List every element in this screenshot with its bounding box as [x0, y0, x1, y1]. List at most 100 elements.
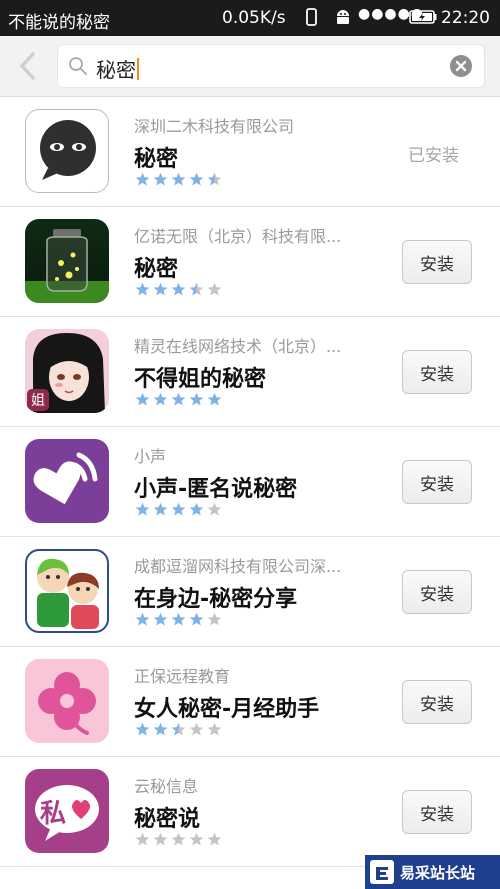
speech-bubble-icon [35, 785, 99, 841]
app-name: 女人秘密-月经助手 [134, 697, 320, 722]
app-icon-couple [25, 549, 109, 633]
install-button[interactable]: 安装 [402, 350, 472, 394]
star-icon [135, 502, 150, 516]
star-icon [189, 502, 204, 516]
app-rating [135, 282, 222, 297]
star-icon [171, 722, 186, 736]
clover-flower-icon [38, 672, 96, 735]
app-icon-simi-bubble: 私 [25, 769, 109, 853]
star-icon [207, 282, 222, 296]
app-icon-anime-girl: 姐 [25, 329, 109, 413]
app-list: 深圳二木科技有限公司 秘密 已安装 亿诺无限（北京）科技有限... 秘密 安装 [0, 97, 500, 867]
site-logo-icon [370, 860, 394, 884]
star-icon [189, 282, 204, 296]
text-caret [137, 57, 139, 80]
app-row-mimi-yinuo[interactable]: 亿诺无限（北京）科技有限... 秘密 安装 [0, 207, 500, 317]
app-developer: 正保远程教育 [134, 667, 231, 686]
back-button[interactable] [10, 46, 44, 86]
star-icon [189, 612, 204, 626]
close-icon [455, 60, 467, 72]
star-icon [135, 282, 150, 296]
app-row-nvrenmimi[interactable]: 正保远程教育 女人秘密-月经助手 安装 [0, 647, 500, 757]
clear-search-button[interactable] [450, 55, 472, 77]
installed-status: 已安装 [408, 146, 459, 166]
heart-wifi-icon [33, 452, 98, 505]
app-row-mimishuo[interactable]: 私 云秘信息 秘密说 安装 [0, 757, 500, 867]
search-box[interactable]: 秘密 [57, 44, 485, 88]
star-icon [135, 722, 150, 736]
install-button[interactable]: 安装 [402, 680, 472, 724]
app-name: 秘密说 [134, 807, 201, 832]
app-rating [135, 172, 222, 187]
star-icon [207, 722, 222, 736]
app-developer: 深圳二木科技有限公司 [134, 117, 295, 136]
status-title: 不能说的秘密 [8, 13, 110, 33]
star-icon [135, 392, 150, 406]
app-name: 秘密 [134, 257, 179, 282]
app-row-xiaosheng[interactable]: 小声 小声-匿名说秘密 安装 [0, 427, 500, 537]
star-icon [135, 172, 150, 186]
app-name: 小声-匿名说秘密 [134, 477, 298, 502]
star-icon [189, 392, 204, 406]
app-developer: 成都逗溜网科技有限公司深... [134, 557, 342, 576]
star-icon [207, 392, 222, 406]
star-icon [171, 612, 186, 626]
app-row-budejie[interactable]: 姐 精灵在线网络技术（北京）... 不得姐的秘密 安装 [0, 317, 500, 427]
search-input[interactable]: 秘密 [96, 54, 139, 83]
app-rating [135, 722, 222, 737]
star-icon [171, 392, 186, 406]
star-icon [189, 832, 204, 846]
star-icon [153, 282, 168, 296]
search-header: 秘密 [0, 36, 500, 97]
couple-cartoon-icon [37, 558, 99, 629]
app-row-zaishenbian[interactable]: 成都逗溜网科技有限公司深... 在身边-秘密分享 安装 [0, 537, 500, 647]
star-icon [153, 502, 168, 516]
star-icon [153, 172, 168, 186]
android-icon [337, 10, 349, 24]
app-developer: 亿诺无限（北京）科技有限... [134, 227, 342, 246]
badge-text: 姐 [31, 393, 45, 409]
app-row-mimi-erm[interactable]: 深圳二木科技有限公司 秘密 已安装 [0, 97, 500, 207]
vibrate-phone-icon [306, 8, 317, 26]
app-developer: 小声 [134, 447, 167, 466]
app-icon-firefly-jar [25, 219, 109, 303]
app-icon-heart-signal [25, 439, 109, 523]
app-rating [135, 612, 222, 627]
star-icon [207, 832, 222, 846]
install-button[interactable]: 安装 [402, 790, 472, 834]
app-icon-clover [25, 659, 109, 743]
install-button[interactable]: 安装 [402, 570, 472, 614]
site-watermark: 易采站长站 [365, 855, 500, 889]
status-bar: 不能说的秘密 0.05K/s ●●●●● 22:20 [0, 0, 500, 36]
star-icon [171, 172, 186, 186]
star-icon [153, 722, 168, 736]
firefly-jar-icon [25, 229, 109, 303]
icon-text: 私 [40, 793, 66, 830]
app-name: 秘密 [134, 147, 179, 172]
star-icon [135, 612, 150, 626]
network-speed: 0.05K/s [222, 8, 286, 28]
star-icon [189, 172, 204, 186]
chevron-left-icon [20, 52, 35, 80]
app-name: 不得姐的秘密 [134, 367, 267, 392]
star-icon [171, 282, 186, 296]
icon-badge: 姐 [27, 389, 49, 411]
watermark-title: 易采站长站 [400, 863, 476, 882]
search-icon [69, 57, 87, 75]
app-rating [135, 392, 222, 407]
star-icon [171, 832, 186, 846]
app-rating [135, 502, 222, 517]
install-button[interactable]: 安装 [402, 460, 472, 504]
star-icon [153, 832, 168, 846]
star-icon [189, 722, 204, 736]
star-icon [153, 612, 168, 626]
app-developer: 精灵在线网络技术（北京）... [134, 337, 342, 356]
star-icon [135, 832, 150, 846]
install-button[interactable]: 安装 [402, 240, 472, 284]
star-icon [207, 172, 222, 186]
star-icon [207, 612, 222, 626]
star-icon [153, 392, 168, 406]
clock: 22:20 [441, 8, 490, 28]
chat-mask-icon [40, 120, 96, 180]
battery-charging-icon [409, 10, 437, 24]
